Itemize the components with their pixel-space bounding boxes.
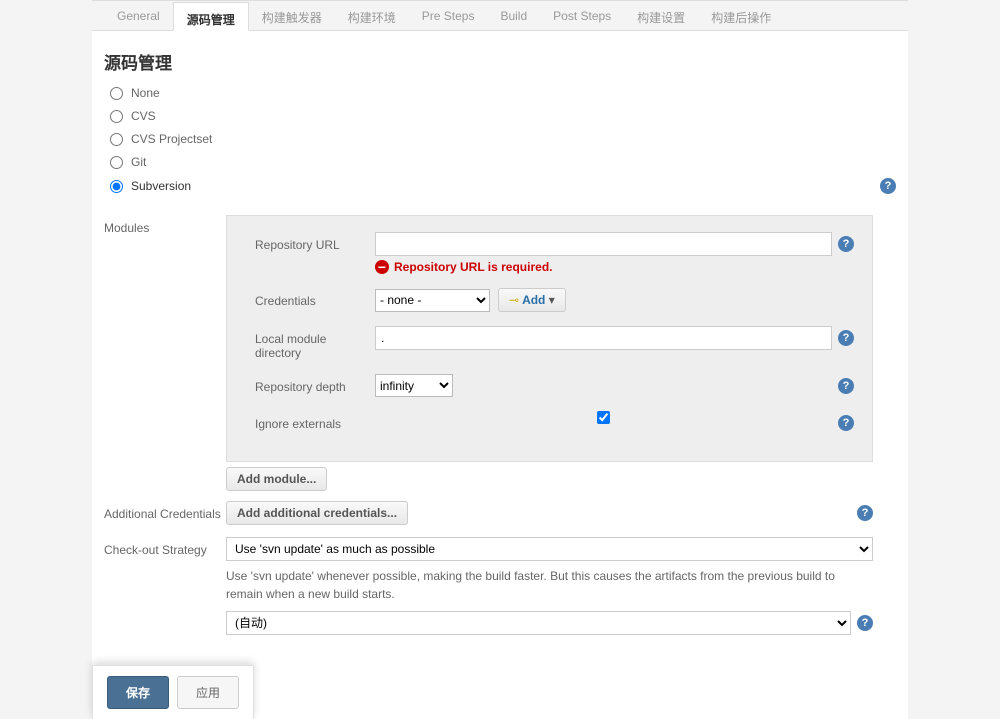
- section-title: 源码管理: [92, 31, 908, 86]
- tab-scm[interactable]: 源码管理: [173, 2, 249, 31]
- tab-triggers[interactable]: 构建触发器: [249, 1, 335, 30]
- error-icon: −: [375, 260, 389, 274]
- apply-button[interactable]: 应用: [177, 676, 239, 709]
- modules-heading: Modules: [104, 215, 226, 235]
- ignore-ext-checkbox[interactable]: [375, 411, 832, 424]
- action-bar: 保存 应用: [92, 665, 254, 719]
- tab-post-build[interactable]: 构建后操作: [698, 1, 784, 30]
- radio-git-label: Git: [131, 155, 146, 169]
- radio-subversion-label: Subversion: [131, 179, 191, 193]
- credentials-select[interactable]: - none -: [375, 289, 490, 312]
- help-icon[interactable]: ?: [838, 415, 854, 431]
- browser-select[interactable]: (自动): [226, 611, 851, 635]
- tab-build[interactable]: Build: [487, 1, 540, 30]
- radio-cvsproj-label: CVS Projectset: [131, 132, 212, 146]
- scm-option-none[interactable]: None: [110, 86, 896, 100]
- scm-option-git[interactable]: Git: [110, 155, 896, 169]
- add-module-button[interactable]: Add module...: [226, 467, 327, 491]
- add-credentials-label: Add: [522, 293, 545, 307]
- local-dir-input[interactable]: [375, 326, 832, 350]
- radio-none[interactable]: [110, 87, 123, 100]
- checkout-strategy-select[interactable]: Use 'svn update' as much as possible: [226, 537, 873, 561]
- tab-pre-steps[interactable]: Pre Steps: [409, 1, 488, 30]
- help-icon[interactable]: ?: [838, 236, 854, 252]
- checkout-strategy-desc: Use 'svn update' whenever possible, maki…: [226, 561, 873, 603]
- add-additional-creds-button[interactable]: Add additional credentials...: [226, 501, 408, 525]
- radio-cvsproj[interactable]: [110, 133, 123, 146]
- tab-post-steps[interactable]: Post Steps: [540, 1, 624, 30]
- add-credentials-button[interactable]: ⊸Add ▾: [498, 288, 566, 312]
- save-button[interactable]: 保存: [107, 676, 169, 709]
- additional-creds-label: Additional Credentials: [104, 501, 226, 521]
- tab-build-env[interactable]: 构建环境: [335, 1, 409, 30]
- credentials-label: Credentials: [255, 288, 375, 308]
- scm-option-cvs[interactable]: CVS: [110, 109, 896, 123]
- help-icon[interactable]: ?: [857, 615, 873, 631]
- help-icon[interactable]: ?: [838, 330, 854, 346]
- tab-general[interactable]: General: [104, 1, 173, 30]
- repo-url-error: Repository URL is required.: [394, 260, 552, 274]
- repo-url-input[interactable]: [375, 232, 832, 256]
- repo-url-label: Repository URL: [255, 232, 375, 252]
- radio-cvs[interactable]: [110, 110, 123, 123]
- scm-option-cvs-projectset[interactable]: CVS Projectset: [110, 132, 896, 146]
- depth-label: Repository depth: [255, 374, 375, 394]
- ignore-ext-label: Ignore externals: [255, 411, 375, 431]
- tab-bar: General 源码管理 构建触发器 构建环境 Pre Steps Build …: [92, 1, 908, 31]
- local-dir-label: Local module directory: [255, 326, 375, 360]
- help-icon[interactable]: ?: [838, 378, 854, 394]
- modules-panel: Repository URL − Repository URL is requi…: [226, 215, 873, 462]
- help-icon[interactable]: ?: [880, 178, 896, 194]
- radio-cvs-label: CVS: [131, 109, 156, 123]
- tab-build-settings[interactable]: 构建设置: [624, 1, 698, 30]
- radio-subversion[interactable]: [110, 180, 123, 193]
- checkout-label: Check-out Strategy: [104, 537, 226, 557]
- radio-git[interactable]: [110, 156, 123, 169]
- depth-select[interactable]: infinity: [375, 374, 453, 397]
- radio-none-label: None: [131, 86, 160, 100]
- scm-option-subversion[interactable]: Subversion ?: [110, 178, 896, 194]
- help-icon[interactable]: ?: [857, 505, 873, 521]
